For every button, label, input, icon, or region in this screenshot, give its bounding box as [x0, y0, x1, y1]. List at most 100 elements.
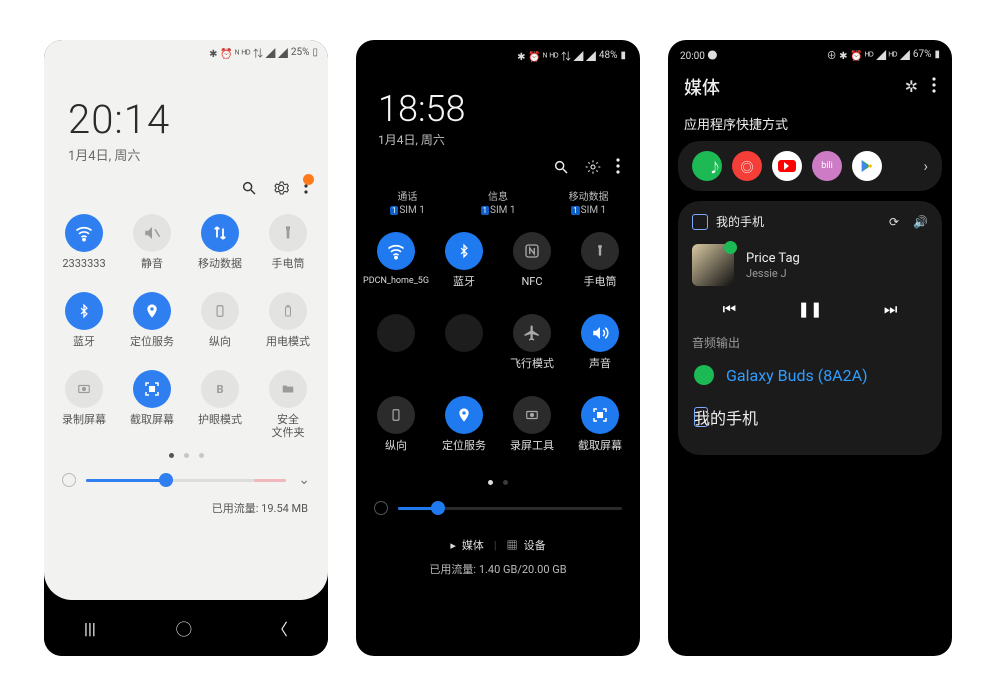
qs-tile-screenshot[interactable]: 截取屏幕 [118, 370, 186, 439]
prev-button[interactable]: ⏮ [723, 300, 737, 318]
output-phone[interactable]: 我的手机 [692, 395, 928, 439]
search-icon[interactable] [240, 179, 258, 197]
output-label: Galaxy Buds (8A2A) [726, 366, 868, 385]
status-bar: 20:00 ● ⊕ ✱ ⏰ ᴴᴰ ◢ ᴴᴰ ◢ 67% ▮ [668, 40, 952, 60]
media-controls: ⏮ ❚❚ ⏭ [692, 300, 928, 318]
clock-time: 18:58 [378, 88, 616, 130]
volume-icon[interactable]: 🔊 [913, 215, 928, 229]
qs-tile-torch[interactable]: 手电筒 [566, 232, 634, 300]
qs-tile-rotation[interactable]: 纵向 [186, 292, 254, 360]
qs-tile-powermode[interactable]: 用电模式 [254, 292, 322, 360]
qs-grid: PDCN_home_5G 蓝牙 NFC 手电筒 飞行模式 声音 纵向 定位服务 … [356, 220, 640, 464]
media-button[interactable]: 媒体 [462, 537, 484, 553]
brightness-icon [374, 501, 388, 515]
nav-back[interactable]: 〈 [272, 616, 288, 640]
qs-tile-unknown[interactable] [362, 314, 430, 382]
sim-calls[interactable]: 通话1SIM 1 [362, 188, 453, 216]
track-artist: Jessie J [746, 267, 800, 280]
more-icon[interactable] [932, 77, 936, 97]
search-icon[interactable] [552, 158, 570, 176]
page-title: 媒体 [684, 74, 720, 100]
qs-tile-securefolder[interactable]: 安全 文件夹 [254, 370, 322, 439]
phone-dark-quicksettings: ✱ ⏰ ᴺ ᴴᴰ ⇅ ◢ ◢ 48% ▮ 18:58 1月4日, 周六 通话1S… [356, 40, 640, 656]
app-playstore[interactable] [852, 151, 882, 181]
shortcuts-title: 应用程序快捷方式 [668, 110, 952, 141]
battery-icon: ▯ [312, 47, 318, 58]
qs-tile-location[interactable]: 定位服务 [430, 396, 498, 464]
track-title: Price Tag [746, 251, 800, 266]
qs-tile-airplane[interactable]: 飞行模式 [498, 314, 566, 382]
now-playing[interactable]: Price Tag Jessie J [692, 244, 928, 286]
data-usage[interactable]: 已用流量: 19.54 MB [44, 490, 328, 516]
bottom-menu: ▸ 媒体 | ▦ 设备 [356, 537, 640, 553]
clock-date: 1月4日, 周六 [378, 131, 616, 148]
battery-percent: 67% [913, 49, 932, 60]
qs-tile-location[interactable]: 定位服务 [118, 292, 186, 360]
album-art [692, 244, 734, 286]
output-buds[interactable]: Galaxy Buds (8A2A) [692, 355, 928, 395]
phone-device-icon [692, 214, 708, 230]
qs-tile-mobiledata[interactable]: 移动数据 [186, 214, 254, 282]
sim-sms[interactable]: 信息1SIM 1 [453, 188, 544, 216]
slider-track[interactable] [86, 479, 286, 482]
qs-tile-screenshot[interactable]: 截取屏幕 [566, 396, 634, 464]
qs-tile-eyecomfort[interactable]: B护眼模式 [186, 370, 254, 439]
qs-tile-mute[interactable]: 静音 [118, 214, 186, 282]
panel-actions [44, 170, 328, 202]
grid-icon: ▦ [507, 537, 518, 553]
qs-tile-bluetooth[interactable]: 蓝牙 [430, 232, 498, 300]
data-usage[interactable]: 已用流量: 1.40 GB/20.00 GB [356, 561, 640, 577]
status-bar: ✱ ⏰ ᴺ ᴴᴰ ⇅ ◢ ◢ 48% ▮ [356, 40, 640, 60]
app-pocketcasts[interactable]: ◎ [732, 151, 762, 181]
clock-area: 20:14 1月4日, 周六 [44, 60, 328, 170]
app-shortcuts: ♪ ◎ bili › [678, 141, 942, 191]
pager-dot[interactable] [169, 453, 174, 458]
app-spotify[interactable]: ♪ [692, 151, 722, 181]
qs-grid: 2333333 静音 移动数据 手电筒 蓝牙 定位服务 纵向 用电模式 录制屏幕… [44, 202, 328, 439]
app-youtube[interactable] [772, 151, 802, 181]
sim-data[interactable]: 移动数据1SIM 1 [543, 188, 634, 216]
pager-dot[interactable] [184, 453, 189, 458]
qs-tile-torch[interactable]: 手电筒 [254, 214, 322, 282]
qs-tile-screenrecord[interactable]: 录屏工具 [498, 396, 566, 464]
pager-dot[interactable] [503, 480, 508, 485]
battery-icon: ▮ [620, 50, 626, 61]
media-card-header: 我的手机 ⟳ 🔊 [692, 213, 928, 230]
buds-icon [694, 365, 714, 385]
qs-tile-unknown[interactable] [430, 314, 498, 382]
qs-tile-wifi[interactable]: 2333333 [50, 214, 118, 282]
chevron-right-icon[interactable]: › [923, 157, 928, 175]
media-header: 媒体 ✲ [668, 60, 952, 110]
clock-time: 20:14 [68, 96, 304, 143]
brightness-slider[interactable]: ⌄ [44, 458, 328, 490]
pause-button[interactable]: ❚❚ [797, 300, 822, 318]
sync-icon[interactable]: ⟳ [889, 215, 899, 229]
settings-icon[interactable] [584, 158, 602, 176]
qs-panel: ✱ ⏰ ᴺ ᴴᴰ ⇅ ◢ ◢ 25% ▯ 20:14 1月4日, 周六 2333… [44, 40, 328, 600]
brightness-slider[interactable] [356, 485, 640, 519]
settings-icon[interactable] [272, 179, 290, 197]
phone-media-panel: 20:00 ● ⊕ ✱ ⏰ ᴴᴰ ◢ ᴴᴰ ◢ 67% ▮ 媒体 ✲ 应用程序快… [668, 40, 952, 656]
app-bilibili[interactable]: bili [812, 151, 842, 181]
status-icons: ✱ ⏰ ᴺ ᴴᴰ ⇅ ◢ ◢ [517, 48, 596, 63]
battery-percent: 25% [291, 47, 310, 58]
more-icon[interactable] [304, 178, 308, 198]
qs-tile-nfc[interactable]: NFC [498, 232, 566, 300]
next-button[interactable]: ⏭ [884, 300, 898, 318]
nav-home[interactable]: ◯ [176, 616, 192, 640]
slider-track[interactable] [398, 507, 622, 510]
pager-dot[interactable] [199, 453, 204, 458]
devices-button[interactable]: 设备 [524, 537, 546, 553]
pager-dot[interactable] [488, 480, 493, 485]
qs-tile-rotation[interactable]: 纵向 [362, 396, 430, 464]
qs-tile-bluetooth[interactable]: 蓝牙 [50, 292, 118, 360]
more-icon[interactable] [616, 158, 620, 178]
status-time: 20:00 [680, 51, 705, 62]
qs-tile-screenrecord[interactable]: 录制屏幕 [50, 370, 118, 439]
chevron-down-icon[interactable]: ⌄ [298, 472, 310, 488]
status-icons: ⊕ ✱ ⏰ ᴴᴰ ◢ ᴴᴰ ◢ [827, 47, 910, 62]
qs-tile-wifi[interactable]: PDCN_home_5G [362, 232, 430, 300]
nav-recents[interactable]: ||| [84, 619, 96, 638]
qs-tile-sound[interactable]: 声音 [566, 314, 634, 382]
flower-icon[interactable]: ✲ [905, 77, 918, 97]
